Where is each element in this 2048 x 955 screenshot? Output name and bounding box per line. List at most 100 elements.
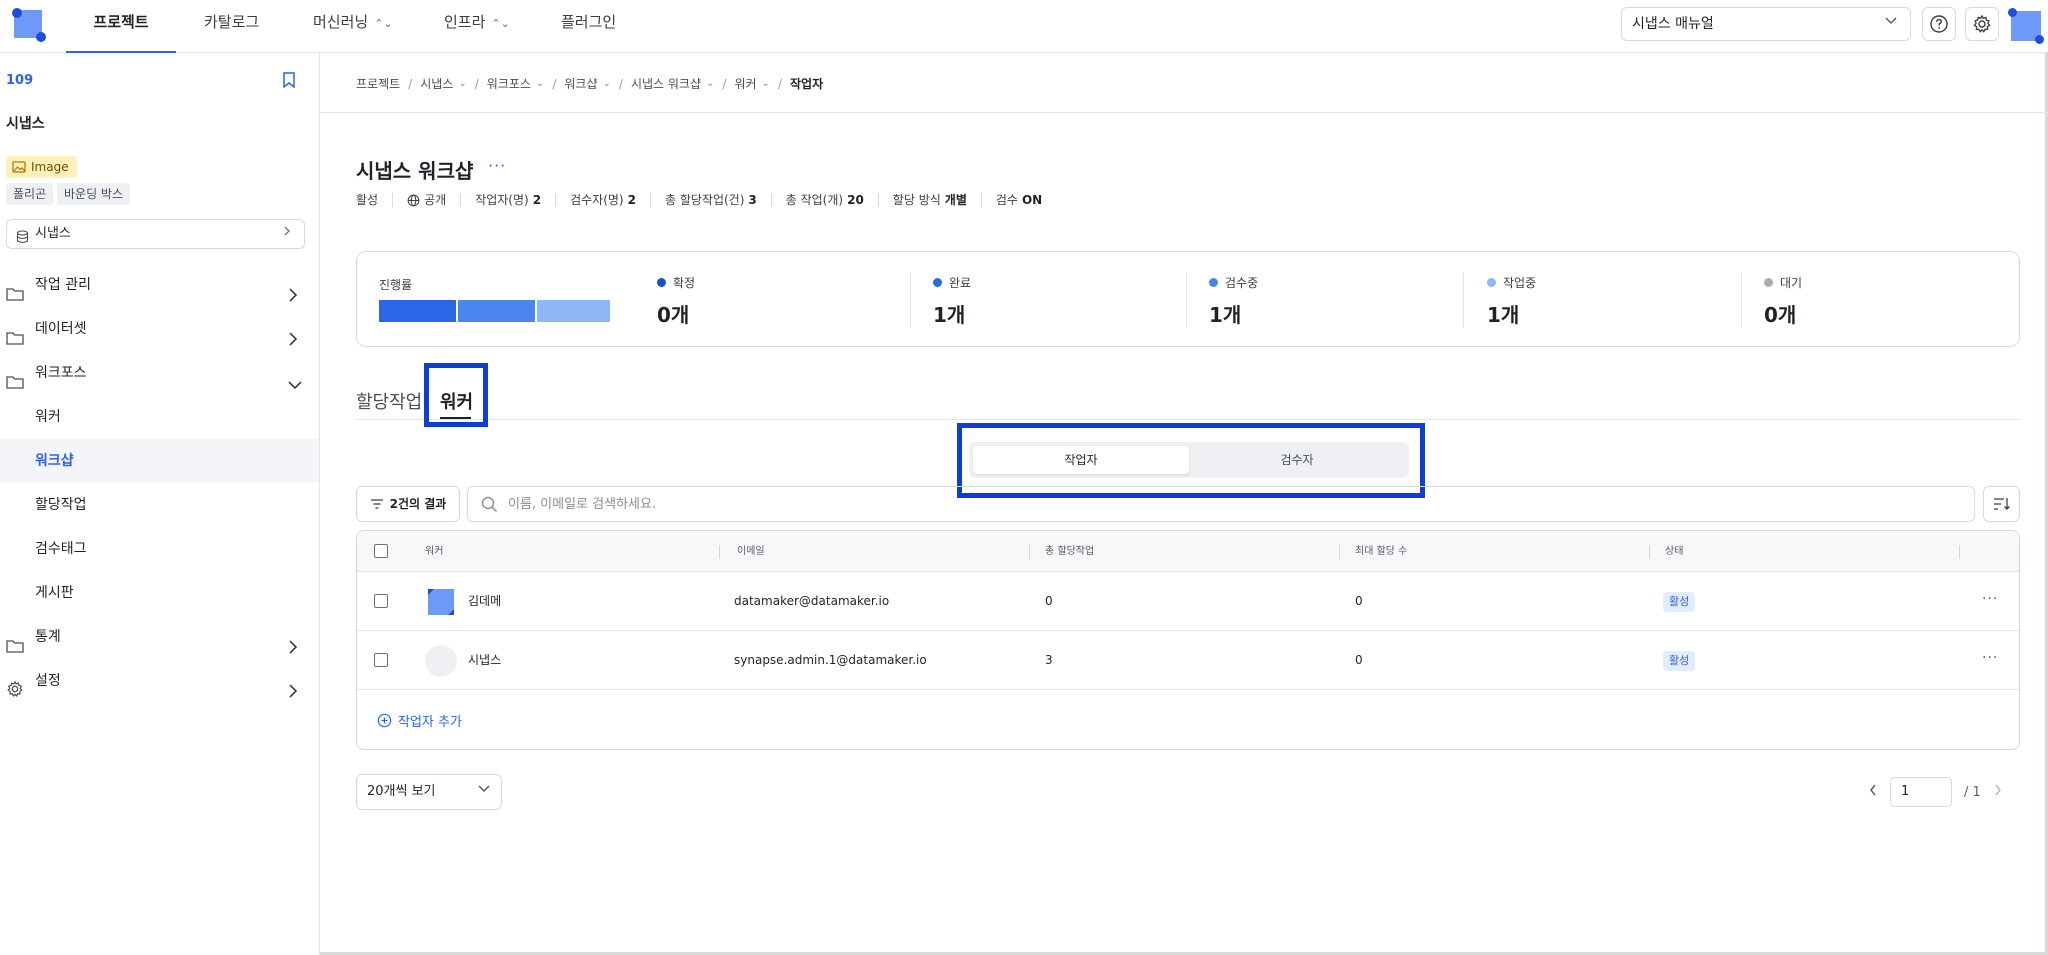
menu-work-management[interactable]: 작업 관리 [0,263,319,307]
filter-button[interactable]: 2건의 결과 [356,486,460,522]
dataset-select[interactable]: 시냅스 [6,219,305,249]
sidebar-item-review-tags[interactable]: 검수태그 [0,527,319,571]
chevron-down-icon[interactable]: ⌄ [458,78,466,89]
total-assigned: 3 [1045,653,1053,667]
status-badge: 활성 [1663,651,1696,671]
stat-confirmed: 확정 0개 [657,276,696,327]
app-logo[interactable] [12,8,46,42]
page-input[interactable]: 1 [1890,777,1952,807]
more-icon[interactable]: ··· [1982,572,1998,627]
status-dot [1209,278,1218,287]
nav-tab-machine-learning[interactable]: 머신러닝 ⌃⌄ [313,0,393,53]
menu-settings[interactable]: 설정 [0,659,319,703]
chevron-down-icon[interactable]: ⌄ [762,78,770,89]
table-row[interactable]: 시냅스 synapse.admin.1@datamaker.io 3 0 활성 … [357,631,2019,690]
progress-bar [379,300,613,322]
top-navigation: 프로젝트 카탈로그 머신러닝 ⌃⌄ 인프라 ⌃⌄ 플러그인 시냅스 매뉴얼 [0,0,2048,53]
chevron-right-icon [287,673,299,717]
breadcrumb-item[interactable]: 프로젝트 [356,75,400,92]
breadcrumb-item[interactable]: 시냅스 [420,75,453,92]
chevron-down-icon [1884,8,1898,40]
gear-icon [6,672,24,716]
sidebar: 109 시냅스 Image 폴리곤 바운딩 박스 시냅스 작업 관리 데이터셋 … [0,53,320,955]
updown-icon: ⌃⌄ [374,17,393,30]
progress-segment [458,300,535,322]
breadcrumb-current: 작업자 [789,77,824,91]
globe-icon [407,194,420,206]
stat-working: 작업중 1개 [1487,276,1537,327]
worker-email: datamaker@datamaker.io [734,594,890,608]
menu-stats[interactable]: 통계 [0,615,319,659]
search-input[interactable] [508,487,1908,521]
meta-visibility: 공개 [392,193,460,207]
more-icon[interactable]: ··· [1982,631,1998,686]
sort-button[interactable] [1983,486,2020,522]
page-size-select[interactable]: 20개씩 보기 [356,774,502,810]
add-worker-button[interactable]: 작업자 추가 [377,711,462,730]
max-assign: 0 [1355,594,1363,608]
worker-email: synapse.admin.1@datamaker.io [734,653,927,667]
next-page-icon[interactable] [1993,783,2003,801]
breadcrumb-item[interactable]: 워커 [734,75,756,92]
chevron-down-icon[interactable]: ⌄ [706,78,714,89]
bookmark-icon[interactable] [281,71,297,93]
settings-button[interactable] [1965,7,1999,41]
table-row[interactable]: 김데메 datamaker@datamaker.io 0 0 활성 ··· [357,572,2019,631]
more-icon[interactable]: ··· [488,156,506,175]
status-dot [657,278,666,287]
sidebar-item-board[interactable]: 게시판 [0,571,319,615]
plus-circle-icon [377,713,392,728]
breadcrumb-item[interactable]: 시냅스 워크샵 [631,75,701,92]
total-pages: / 1 [1964,784,1981,800]
status-badge: 활성 [1663,592,1696,612]
meta-assigned: 총 할당작업(건) 3 [649,193,771,207]
tag-chip: 폴리곤 [6,183,54,205]
search-icon [481,496,498,517]
highlight-box [424,363,488,427]
meta-review: 검수 ON [980,193,1056,207]
tab-assignments[interactable]: 할당작업 [356,388,422,414]
progress-segment [537,300,610,322]
sort-icon [1993,498,2010,510]
breadcrumb-item[interactable]: 워크샵 [564,75,597,92]
meta-workers: 작업자(명) 2 [460,193,555,207]
gear-icon [1973,14,1991,33]
column-header: 이메일 [737,546,765,557]
user-avatar[interactable] [2008,8,2044,44]
select-all-checkbox[interactable] [374,544,388,558]
sidebar-item-worker[interactable]: 워커 [0,395,319,439]
header-divider [320,112,2048,113]
nav-tab-project[interactable]: 프로젝트 [66,0,176,53]
row-checkbox[interactable] [374,653,388,667]
chevron-down-icon[interactable]: ⌄ [603,78,611,89]
menu-dataset[interactable]: 데이터셋 [0,307,319,351]
menu-workforce[interactable]: 워크포스 [0,351,319,395]
meta-tasks: 총 작업(개) 20 [770,193,878,207]
stat-completed: 완료 1개 [933,276,972,327]
nav-tab-plugin[interactable]: 플러그인 [561,0,616,53]
project-id: 109 [6,73,34,88]
breadcrumb-item[interactable]: 워크포스 [487,75,531,92]
project-name: 시냅스 [6,116,45,132]
nav-tab-catalog[interactable]: 카탈로그 [204,0,259,53]
manual-select[interactable]: 시냅스 매뉴얼 [1621,7,1911,41]
chevron-down-icon[interactable]: ⌄ [536,78,544,89]
sidebar-item-assignments[interactable]: 할당작업 [0,483,319,527]
search-box [467,486,1975,522]
column-header: 총 할당작업 [1045,546,1095,557]
meta-assign-method: 할당 방식 개별 [877,193,981,207]
sidebar-item-workshop[interactable]: 워크샵 [0,439,319,483]
chevron-right-icon [282,220,292,248]
help-button[interactable] [1922,7,1956,41]
total-assigned: 0 [1045,594,1053,608]
tag-chip: 바운딩 박스 [57,183,131,205]
prev-page-icon[interactable] [1868,783,1878,801]
worker-name: 시냅스 [468,653,502,667]
row-checkbox[interactable] [374,594,388,608]
column-header: 상태 [1665,546,1684,557]
status-dot [1487,278,1496,287]
workshop-meta: 활성 공개 작업자(명) 2 검수자(명) 2 총 할당작업(건) 3 총 작업(개)… [356,193,1056,207]
stat-reviewing: 검수중 1개 [1209,276,1259,327]
nav-tab-infra[interactable]: 인프라 ⌃⌄ [444,0,510,53]
max-assign: 0 [1355,653,1363,667]
